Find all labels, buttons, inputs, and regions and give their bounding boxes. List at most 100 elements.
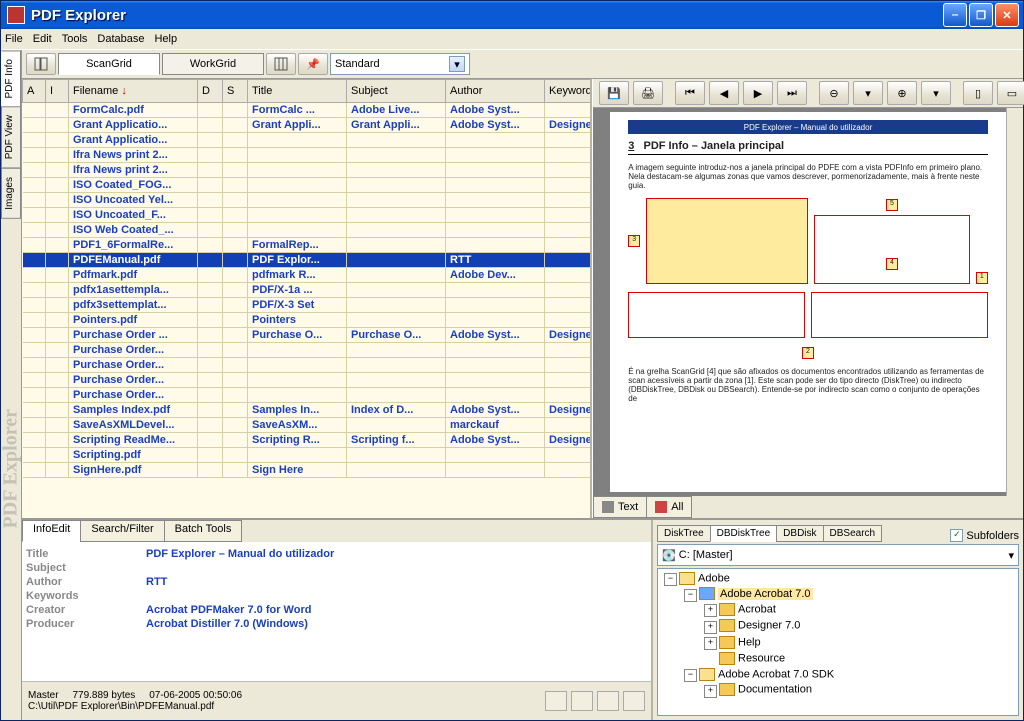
table-row[interactable]: Pointers.pdfPointers xyxy=(23,313,591,328)
col-a[interactable]: A xyxy=(23,80,46,103)
val-producer[interactable]: Acrobat Distiller 7.0 (Windows) xyxy=(146,618,308,630)
table-row[interactable]: Scripting ReadMe...Scripting R...Scripti… xyxy=(23,433,591,448)
table-row[interactable]: Samples Index.pdfSamples In...Index of D… xyxy=(23,403,591,418)
table-row[interactable]: Grant Applicatio...Grant Appli...Grant A… xyxy=(23,118,591,133)
preview-page[interactable]: PDF Explorer – Manual do utilizador 3 PD… xyxy=(593,108,1023,496)
status-btn-2[interactable] xyxy=(571,691,593,711)
tree-resource[interactable]: Resource xyxy=(738,652,785,664)
subfolders-toggle[interactable]: ✓ Subfolders xyxy=(950,529,1019,542)
table-row[interactable]: ISO Uncoated_F... xyxy=(23,208,591,223)
col-s[interactable]: S xyxy=(223,80,248,103)
prev-page-icon[interactable]: ◀ xyxy=(709,81,739,105)
col-filename[interactable]: Filename ↓ xyxy=(69,80,198,103)
menu-tools[interactable]: Tools xyxy=(62,33,88,45)
treetab-dbdisktree[interactable]: DBDiskTree xyxy=(710,525,778,542)
zoom-in-icon[interactable]: ⊕ xyxy=(887,81,917,105)
drive-combo[interactable]: 💽 C: [Master] ▾ xyxy=(657,544,1019,566)
table-row[interactable]: Ifra News print 2... xyxy=(23,163,591,178)
tree-expand-icon[interactable]: + xyxy=(704,685,717,698)
tree-help[interactable]: Help xyxy=(738,636,761,648)
table-row[interactable]: Grant Applicatio... xyxy=(23,133,591,148)
next-page-icon[interactable]: ▶ xyxy=(743,81,773,105)
tab-searchfilter[interactable]: Search/Filter xyxy=(80,520,164,542)
grid-icon-button[interactable] xyxy=(26,53,56,75)
table-row[interactable]: SaveAsXMLDevel...SaveAsXM...marckauf xyxy=(23,418,591,433)
zoom-drop2-icon[interactable]: ▾ xyxy=(921,81,951,105)
tree-adobe[interactable]: Adobe xyxy=(698,572,730,584)
table-row[interactable]: Purchase Order ...Purchase O...Purchase … xyxy=(23,328,591,343)
table-row[interactable]: Purchase Order... xyxy=(23,388,591,403)
tree-acrobat70[interactable]: Adobe Acrobat 7.0 xyxy=(718,588,813,600)
treetab-dbdisk[interactable]: DBDisk xyxy=(776,525,823,542)
save-icon[interactable]: 💾 xyxy=(599,81,629,105)
minimize-button[interactable]: ‒ xyxy=(943,3,967,27)
table-row[interactable]: SignHere.pdfSign Here xyxy=(23,463,591,478)
table-row[interactable]: Purchase Order... xyxy=(23,358,591,373)
tree-collapse-icon[interactable]: − xyxy=(684,589,697,602)
val-creator[interactable]: Acrobat PDFMaker 7.0 for Word xyxy=(146,604,311,616)
layout-combo[interactable]: Standard ▾ xyxy=(330,53,470,75)
table-row[interactable]: Scripting.pdf xyxy=(23,448,591,463)
tab-infoedit[interactable]: InfoEdit xyxy=(22,520,81,542)
tree-expand-icon[interactable]: + xyxy=(704,604,717,617)
viewtab-text[interactable]: Text xyxy=(593,496,647,518)
tab-scangrid[interactable]: ScanGrid xyxy=(58,53,160,75)
val-author[interactable]: RTT xyxy=(146,576,167,588)
single-page-icon[interactable]: ▯ xyxy=(963,81,993,105)
close-button[interactable]: ✕ xyxy=(995,3,1019,27)
col-title[interactable]: Title xyxy=(248,80,347,103)
chevron-down-icon[interactable]: ▾ xyxy=(1008,549,1014,562)
tree-sdk[interactable]: Adobe Acrobat 7.0 SDK xyxy=(718,668,834,680)
last-page-icon[interactable]: ⏭ xyxy=(777,81,807,105)
fit-width-icon[interactable]: ▭ xyxy=(997,81,1024,105)
table-row[interactable]: PDFEManual.pdfPDF Explor...RTT xyxy=(23,253,591,268)
table-row[interactable]: ISO Coated_FOG... xyxy=(23,178,591,193)
zoom-out-icon[interactable]: ⊖ xyxy=(819,81,849,105)
tree-expand-icon[interactable]: + xyxy=(704,637,717,650)
zoom-drop-icon[interactable]: ▾ xyxy=(853,81,883,105)
col-author[interactable]: Author xyxy=(446,80,545,103)
tree-documentation[interactable]: Documentation xyxy=(738,684,812,696)
col-keywords[interactable]: Keywords xyxy=(545,80,591,103)
treetab-disktree[interactable]: DiskTree xyxy=(657,525,711,542)
viewtab-all[interactable]: All xyxy=(646,496,692,518)
table-row[interactable]: Ifra News print 2... xyxy=(23,148,591,163)
status-btn-4[interactable] xyxy=(623,691,645,711)
preview-scrollbar[interactable] xyxy=(1006,108,1023,496)
tree-designer[interactable]: Designer 7.0 xyxy=(738,620,800,632)
status-btn-3[interactable] xyxy=(597,691,619,711)
first-page-icon[interactable]: ⏮ xyxy=(675,81,705,105)
pin-icon-button[interactable]: 📌 xyxy=(298,53,328,75)
tree-acrobat[interactable]: Acrobat xyxy=(738,603,776,615)
table-row[interactable]: Purchase Order... xyxy=(23,373,591,388)
menu-edit[interactable]: Edit xyxy=(33,33,52,45)
table-row[interactable]: ISO Uncoated Yel... xyxy=(23,193,591,208)
tab-workgrid[interactable]: WorkGrid xyxy=(162,53,264,75)
folder-tree[interactable]: −Adobe −Adobe Acrobat 7.0 +Acrobat +Desi… xyxy=(657,568,1019,716)
table-row[interactable]: Pdfmark.pdfpdfmark R...Adobe Dev... xyxy=(23,268,591,283)
tree-collapse-icon[interactable]: − xyxy=(664,573,677,586)
columns-icon-button[interactable] xyxy=(266,53,296,75)
vtab-pdf-view[interactable]: PDF View xyxy=(1,106,21,168)
vtab-images[interactable]: Images xyxy=(1,168,21,219)
table-row[interactable]: Purchase Order... xyxy=(23,343,591,358)
checkbox-icon[interactable]: ✓ xyxy=(950,529,963,542)
status-btn-1[interactable] xyxy=(545,691,567,711)
menu-database[interactable]: Database xyxy=(97,33,144,45)
table-row[interactable]: ISO Web Coated_... xyxy=(23,223,591,238)
chevron-down-icon[interactable]: ▾ xyxy=(449,56,465,72)
col-i[interactable]: I xyxy=(46,80,69,103)
maximize-button[interactable]: ❐ xyxy=(969,3,993,27)
menu-help[interactable]: Help xyxy=(154,33,177,45)
col-subject[interactable]: Subject xyxy=(347,80,446,103)
table-row[interactable]: PDF1_6FormalRe...FormalRep... xyxy=(23,238,591,253)
treetab-dbsearch[interactable]: DBSearch xyxy=(823,525,883,542)
tree-collapse-icon[interactable]: − xyxy=(684,669,697,682)
tree-expand-icon[interactable]: + xyxy=(704,621,717,634)
file-grid[interactable]: A I Filename ↓ D S Title Subject Author … xyxy=(22,79,590,518)
tab-batchtools[interactable]: Batch Tools xyxy=(164,520,243,542)
val-title[interactable]: PDF Explorer – Manual do utilizador xyxy=(146,548,334,560)
menu-file[interactable]: File xyxy=(5,33,23,45)
col-d[interactable]: D xyxy=(198,80,223,103)
table-row[interactable]: FormCalc.pdfFormCalc ...Adobe Live...Ado… xyxy=(23,103,591,118)
